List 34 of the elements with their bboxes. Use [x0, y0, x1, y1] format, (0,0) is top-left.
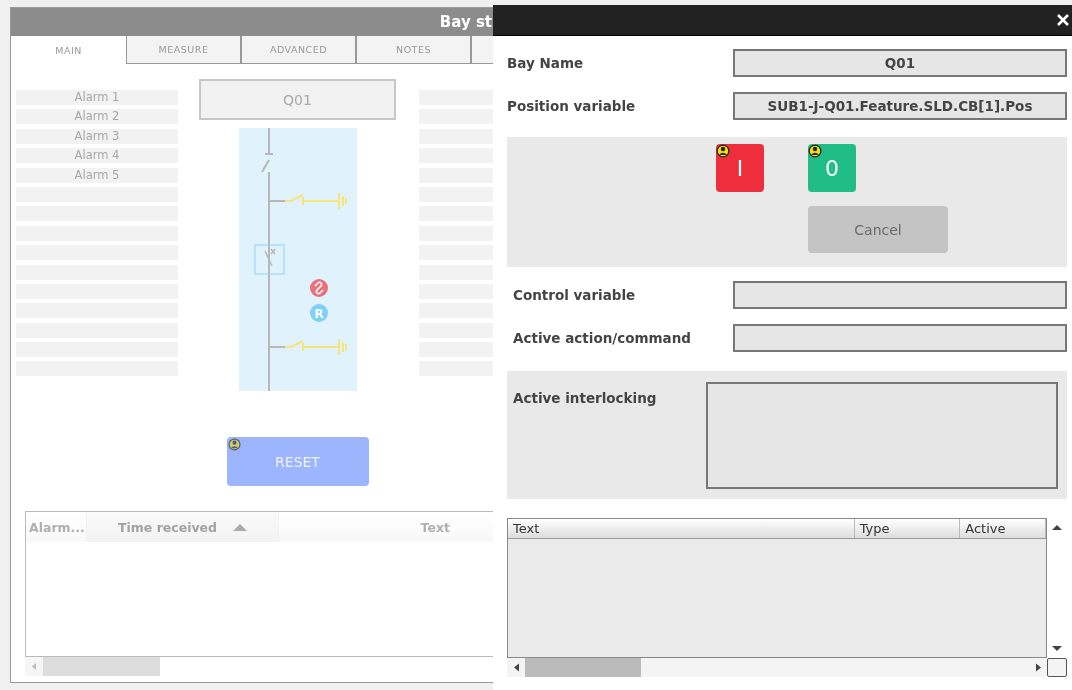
value-field: Q01: [733, 49, 1067, 77]
column-header[interactable]: Active: [960, 519, 1046, 538]
tab[interactable]: MEASURE: [126, 36, 241, 64]
close-icon[interactable]: [1056, 13, 1070, 27]
alarm-indicator: Alarm 4: [16, 148, 178, 164]
field-label: Position variable: [507, 98, 637, 114]
field-label: Active interlocking: [513, 389, 658, 408]
window-title: Bay st: [439, 13, 492, 31]
alarm-indicator: Alarm 5: [16, 167, 178, 183]
r-badge: R: [309, 304, 328, 322]
value-field: SUB1-J-Q01.Feature.SLD.CB[1].Pos: [733, 92, 1067, 120]
command-button[interactable]: I: [716, 144, 764, 192]
scrollbar-thumb[interactable]: [43, 657, 160, 676]
field-label: Bay Name: [507, 55, 585, 71]
command-button[interactable]: 0: [808, 144, 856, 192]
user-icon: [227, 438, 241, 451]
user-icon: [808, 144, 822, 158]
alarm-indicator: Alarm 2: [16, 109, 178, 125]
link-icon: [309, 279, 328, 297]
field-label: Active action/command: [513, 330, 692, 346]
field-label: Control variable: [513, 287, 637, 303]
column-header[interactable]: Type: [854, 519, 961, 538]
alarm-indicator: Alarm 1: [16, 90, 178, 105]
alarm-indicator: Alarm 3: [16, 128, 178, 144]
scrollbar-thumb[interactable]: [525, 658, 641, 677]
column-header[interactable]: Time received: [87, 512, 279, 542]
user-icon: [716, 144, 730, 158]
column-header[interactable]: Alarm...: [26, 512, 87, 542]
column-header[interactable]: Text: [508, 519, 855, 538]
tab[interactable]: NOTES: [356, 36, 471, 64]
bay-name-label: Q01: [199, 79, 396, 120]
tab[interactable]: ADVANCED: [241, 36, 356, 64]
sort-ascending-icon: [233, 523, 248, 531]
scrollbar-corner: [1047, 658, 1067, 677]
